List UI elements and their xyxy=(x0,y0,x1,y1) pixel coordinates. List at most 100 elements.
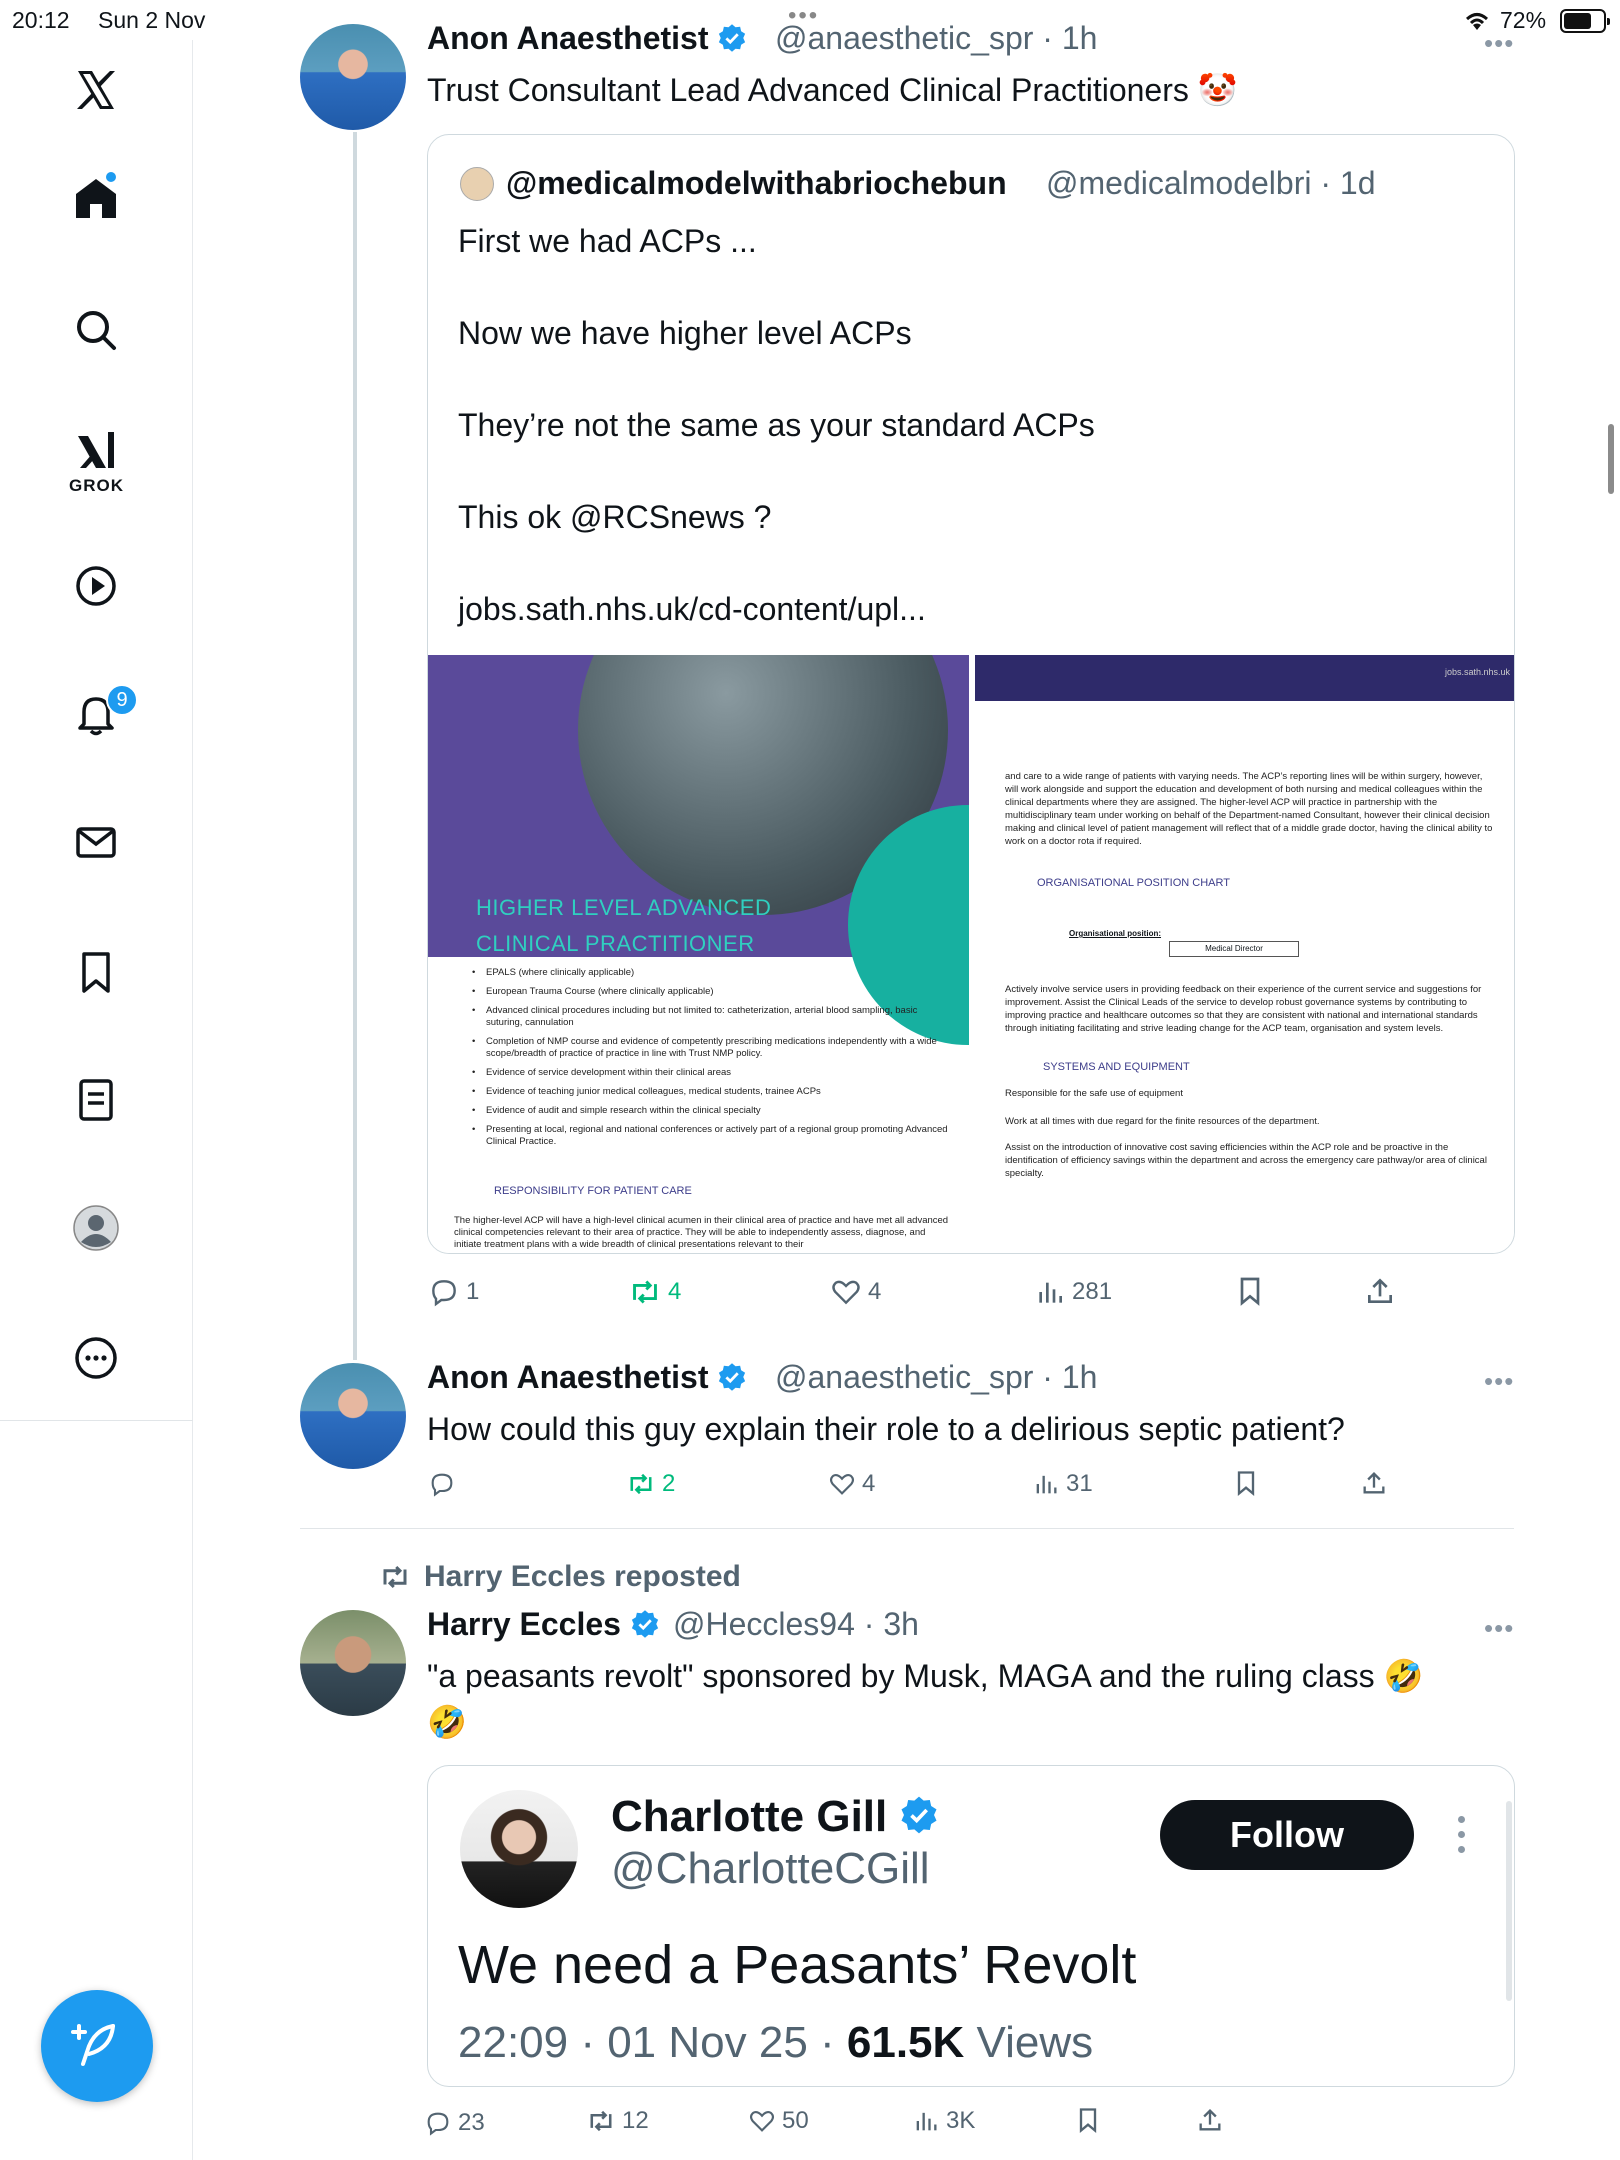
embedded-author-name[interactable]: Charlotte Gill xyxy=(611,1792,939,1842)
share-button[interactable] xyxy=(1364,1274,1402,1308)
reply-button[interactable] xyxy=(428,1470,462,1498)
grok-icon[interactable] xyxy=(64,420,128,484)
section-heading: ORGANISATIONAL POSITION CHART xyxy=(1037,877,1230,889)
follow-button[interactable]: Follow xyxy=(1160,1800,1414,1870)
quoted-author-handle[interactable]: @medicalmodelbri · 1d xyxy=(1046,165,1376,202)
document-image-right[interactable]: jobs.sath.nhs.uk and care to a wide rang… xyxy=(975,655,1514,1253)
document-paragraph: Assist on the introduction of innovative… xyxy=(1005,1142,1487,1179)
views-button[interactable]: 31 xyxy=(1032,1470,1093,1498)
embedded-avatar[interactable] xyxy=(460,1790,578,1908)
reply-icon xyxy=(427,2112,449,2136)
search-icon[interactable] xyxy=(64,298,128,362)
compose-icon xyxy=(71,2024,115,2066)
views-button[interactable]: 281 xyxy=(1034,1276,1112,1308)
status-date: Sun 2 Nov xyxy=(98,7,206,33)
document-image-left[interactable]: HIGHER LEVEL ADVANCED CLINICAL PRACTITION… xyxy=(428,655,969,1253)
sidebar-divider xyxy=(0,1420,193,1421)
like-count: 4 xyxy=(862,1470,876,1497)
views-count: 281 xyxy=(1072,1278,1113,1305)
share-icon xyxy=(1368,1278,1392,1303)
list-icon[interactable] xyxy=(64,1068,128,1132)
reply-count: 1 xyxy=(466,1278,480,1305)
org-label: Organisational position: xyxy=(1069,929,1162,938)
author-name[interactable]: Anon Anaesthetist xyxy=(427,20,747,57)
more-options-icon[interactable]: ••• xyxy=(1484,1613,1514,1644)
document-header-band: jobs.sath.nhs.uk xyxy=(975,655,1514,701)
org-chart-box: Medical Director xyxy=(1169,941,1299,957)
quoted-post[interactable]: @medicalmodelwithabriochebun @medicalmod… xyxy=(427,134,1515,1254)
verified-icon xyxy=(901,1796,937,1834)
compose-button[interactable] xyxy=(41,1990,153,2102)
embed-scrollbar[interactable] xyxy=(1506,1801,1512,2001)
author-name[interactable]: Anon Anaesthetist xyxy=(427,1359,747,1396)
repost-indicator[interactable]: Harry Eccles reposted xyxy=(378,1560,741,1594)
bookmark-icon xyxy=(1079,2108,1097,2133)
like-button[interactable]: 50 xyxy=(748,2107,809,2135)
document-paragraph: Work at all times with due regard for th… xyxy=(1005,1116,1320,1127)
avatar[interactable] xyxy=(300,1610,406,1716)
like-count: 50 xyxy=(782,2107,809,2134)
bookmark-button[interactable] xyxy=(1234,1274,1272,1308)
more-icon[interactable] xyxy=(64,1326,128,1390)
views-count: 3K xyxy=(946,2107,976,2134)
repost-button[interactable]: 4 xyxy=(628,1276,681,1308)
profile-icon[interactable] xyxy=(64,1196,128,1260)
more-options-icon[interactable]: ••• xyxy=(1484,28,1514,59)
quoted-avatar[interactable] xyxy=(460,167,494,201)
home-icon[interactable] xyxy=(64,166,128,230)
document-paragraph: Responsible for the safe use of equipmen… xyxy=(1005,1088,1183,1099)
embedded-author-handle[interactable]: @CharlotteCGill xyxy=(611,1844,930,1894)
like-count: 4 xyxy=(868,1278,882,1305)
repost-icon xyxy=(590,2110,612,2132)
embedded-post[interactable]: Charlotte Gill @CharlotteCGill Follow We… xyxy=(427,1765,1515,2087)
list-item: Evidence of audit and simple research wi… xyxy=(450,1105,950,1117)
share-button[interactable] xyxy=(1360,1468,1394,1498)
more-options-icon[interactable]: ••• xyxy=(1484,1366,1514,1397)
bookmark-icon xyxy=(1240,1277,1260,1306)
quoted-text-line: They’re not the same as your standard AC… xyxy=(458,407,1095,443)
like-button[interactable]: 4 xyxy=(828,1470,875,1498)
post-text: "a peasants revolt" sponsored by Musk, M… xyxy=(427,1658,1424,1694)
notification-badge: 9 xyxy=(106,684,138,716)
reply-button[interactable]: 1 xyxy=(428,1276,479,1308)
post-text: How could this guy explain their role to… xyxy=(427,1411,1345,1447)
views-count: 31 xyxy=(1066,1470,1093,1497)
author-handle[interactable]: @Heccles94 · 3h xyxy=(673,1606,919,1643)
quoted-link[interactable]: jobs.sath.nhs.uk/cd-content/upl... xyxy=(458,591,926,628)
reply-button[interactable]: 23 xyxy=(424,2109,485,2137)
share-button[interactable] xyxy=(1196,2105,1230,2135)
views-icon xyxy=(916,2112,937,2131)
kebab-menu-icon[interactable] xyxy=(1458,1816,1468,1861)
requirements-list: EPALS (where clinically applicable) Euro… xyxy=(450,967,950,1155)
heart-icon xyxy=(830,1474,854,1495)
avatar[interactable] xyxy=(300,24,406,130)
repost-count: 4 xyxy=(668,1278,682,1305)
repost-count: 2 xyxy=(662,1470,676,1497)
repost-button[interactable]: 12 xyxy=(586,2107,649,2135)
mail-icon[interactable] xyxy=(64,810,128,874)
views-icon xyxy=(1036,1475,1057,1494)
bookmark-button[interactable] xyxy=(1074,2105,1108,2135)
bookmark-button[interactable] xyxy=(1232,1468,1266,1498)
repost-count: 12 xyxy=(622,2107,649,2134)
bookmark-icon[interactable] xyxy=(64,940,128,1004)
like-button[interactable]: 4 xyxy=(830,1276,881,1308)
views-button[interactable]: 3K xyxy=(912,2107,975,2135)
author-name[interactable]: Harry Eccles xyxy=(427,1606,660,1643)
repost-button[interactable]: 2 xyxy=(626,1470,675,1498)
list-item: European Trauma Course (where clinically… xyxy=(450,986,950,998)
feed-scrollbar[interactable] xyxy=(1608,424,1614,494)
author-handle[interactable]: @anaesthetic_spr · 1h xyxy=(775,1359,1097,1396)
quoted-author-name[interactable]: @medicalmodelwithabriochebun xyxy=(506,165,1007,202)
sidebar: GROK 9 xyxy=(0,40,193,2160)
views-icon xyxy=(1039,1282,1062,1303)
grok-label: GROK xyxy=(69,476,124,495)
battery-icon xyxy=(1560,9,1610,33)
flyer-title: HIGHER LEVEL ADVANCED CLINICAL PRACTITION… xyxy=(476,895,772,956)
author-handle[interactable]: @anaesthetic_spr · 1h xyxy=(775,20,1097,57)
list-item: Completion of NMP course and evidence of… xyxy=(450,1036,950,1060)
repost-label: Harry Eccles reposted xyxy=(424,1560,741,1593)
x-logo-icon[interactable] xyxy=(64,58,128,122)
avatar[interactable] xyxy=(300,1363,406,1469)
play-icon[interactable] xyxy=(64,554,128,618)
